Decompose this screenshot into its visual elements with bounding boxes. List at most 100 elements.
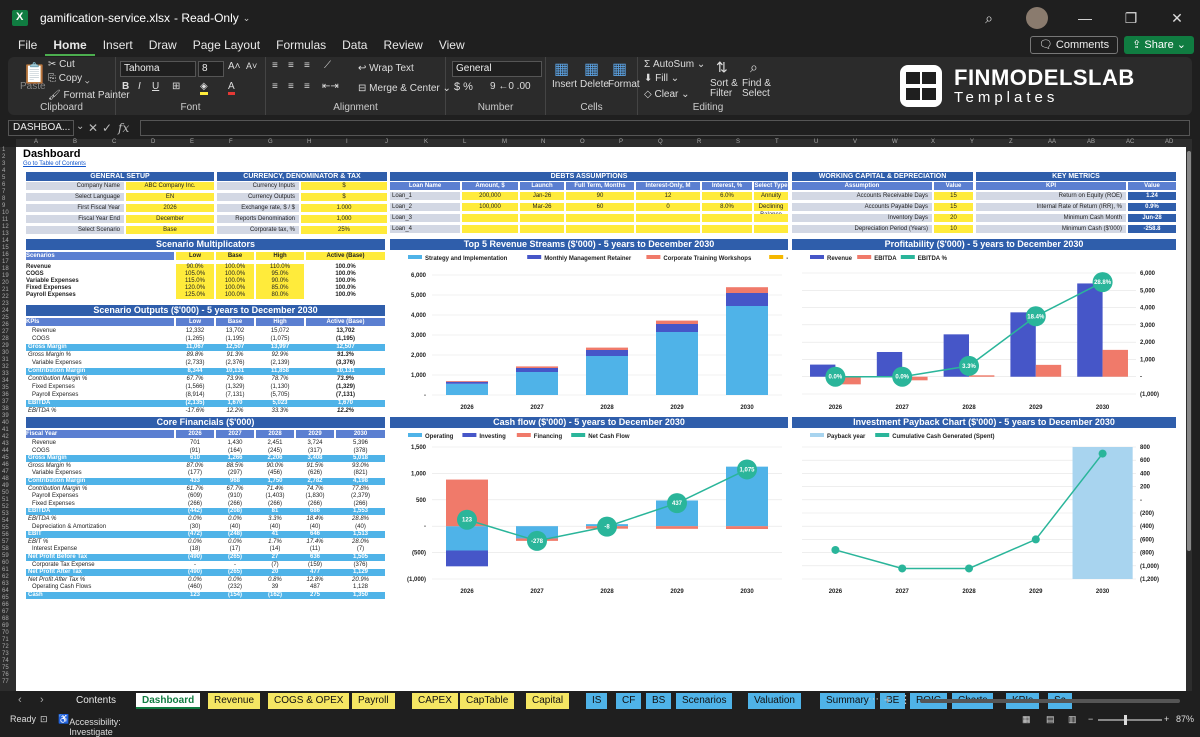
row-header[interactable]: 60: [2, 560, 9, 566]
row-header[interactable]: 52: [2, 504, 9, 510]
row-header[interactable]: 21: [2, 287, 9, 293]
sort-filter-button[interactable]: Sort & Filter: [710, 79, 740, 99]
row-header[interactable]: 17: [2, 259, 9, 265]
column-header[interactable]: J: [385, 139, 388, 145]
menu-item-file[interactable]: File: [10, 36, 45, 56]
insert-button[interactable]: Insert: [552, 79, 577, 90]
tab-cogs-opex[interactable]: COGS & OPEX: [268, 693, 350, 709]
row-header[interactable]: 30: [2, 350, 9, 356]
column-header[interactable]: P: [619, 139, 623, 145]
font-color-icon[interactable]: A: [228, 81, 235, 95]
menu-item-draw[interactable]: Draw: [141, 36, 185, 56]
dashboard-sheet[interactable]: Dashboard Go to Table of Contents GENERA…: [16, 147, 1186, 691]
comma-icon[interactable]: 9 ←0 .00: [490, 81, 531, 92]
find-select-icon[interactable]: ⌕: [750, 59, 758, 76]
tab-summary[interactable]: Summary: [820, 693, 875, 709]
menu-item-page-layout[interactable]: Page Layout: [185, 36, 268, 56]
merge-center-button[interactable]: ⊟ Merge & Center ⌄: [358, 83, 451, 94]
align-center-icon[interactable]: ≡: [288, 81, 294, 92]
share-button[interactable]: ⇪ Share ⌄: [1124, 36, 1194, 54]
column-header[interactable]: X: [931, 139, 935, 145]
insert-cells-icon[interactable]: ▦: [554, 59, 569, 79]
restore-icon[interactable]: ❐: [1108, 0, 1154, 36]
row-header[interactable]: 76: [2, 672, 9, 678]
row-header[interactable]: 69: [2, 623, 9, 629]
accessibility-status[interactable]: ♿ Accessibility: Investigate: [58, 714, 121, 737]
row-header[interactable]: 47: [2, 469, 9, 475]
row-header[interactable]: 66: [2, 602, 9, 608]
zoom-in-icon[interactable]: +: [1164, 714, 1169, 724]
add-sheet-icon[interactable]: +: [884, 692, 892, 707]
menu-item-insert[interactable]: Insert: [95, 36, 141, 56]
column-header[interactable]: S: [736, 139, 740, 145]
row-header[interactable]: 54: [2, 518, 9, 524]
vertical-scrollbar[interactable]: [1186, 147, 1192, 691]
zoom-slider[interactable]: [1098, 719, 1162, 721]
delete-button[interactable]: Delete: [580, 79, 609, 90]
row-header[interactable]: 32: [2, 364, 9, 370]
chevron-down-icon[interactable]: ⌄: [76, 121, 84, 132]
name-box[interactable]: DASHBOA...: [8, 120, 74, 136]
row-header[interactable]: 33: [2, 371, 9, 377]
tab-bs[interactable]: BS: [646, 693, 672, 709]
page-break-icon[interactable]: ▥: [1068, 714, 1077, 725]
column-header[interactable]: E: [190, 139, 194, 145]
row-header[interactable]: 3: [2, 161, 5, 167]
row-header[interactable]: 49: [2, 483, 9, 489]
comments-button[interactable]: 🗨 Comments: [1029, 36, 1119, 54]
tab-capital[interactable]: Capital: [526, 693, 570, 709]
column-header[interactable]: AC: [1126, 139, 1134, 145]
tab-is[interactable]: IS: [586, 693, 608, 709]
horizontal-scrollbar[interactable]: [920, 699, 1180, 703]
row-header[interactable]: 65: [2, 595, 9, 601]
zoom-slider-thumb[interactable]: [1124, 715, 1127, 725]
row-header[interactable]: 41: [2, 427, 9, 433]
borders-icon[interactable]: ⊞: [172, 81, 180, 92]
font-size-select[interactable]: 8: [198, 61, 224, 77]
row-header[interactable]: 37: [2, 399, 9, 405]
tab-revenue[interactable]: Revenue: [208, 693, 261, 709]
menu-item-home[interactable]: Home: [45, 36, 95, 56]
column-header[interactable]: H: [307, 139, 311, 145]
tab-payroll[interactable]: Payroll: [352, 693, 395, 709]
row-header[interactable]: 72: [2, 644, 9, 650]
column-header[interactable]: AD: [1165, 139, 1173, 145]
column-header[interactable]: T: [775, 139, 779, 145]
wrap-text-button[interactable]: ↩ Wrap Text: [358, 63, 414, 74]
row-header[interactable]: 9: [2, 203, 5, 209]
orientation-icon[interactable]: ⟋: [324, 60, 331, 71]
column-header[interactable]: K: [424, 139, 428, 145]
align-left-icon[interactable]: ≡: [272, 81, 278, 92]
menu-item-data[interactable]: Data: [334, 36, 375, 56]
row-header[interactable]: 12: [2, 224, 9, 230]
row-header[interactable]: 61: [2, 567, 9, 573]
fill-color-icon[interactable]: ◈: [200, 81, 208, 95]
format-button[interactable]: Format: [608, 79, 640, 90]
row-header[interactable]: 56: [2, 532, 9, 538]
tab-scroll-right-icon[interactable]: ›: [40, 694, 44, 706]
row-header[interactable]: 2: [2, 154, 5, 160]
delete-cells-icon[interactable]: ▦: [584, 59, 599, 79]
row-header[interactable]: 58: [2, 546, 9, 552]
column-header[interactable]: D: [151, 139, 155, 145]
row-header[interactable]: 29: [2, 343, 9, 349]
row-header[interactable]: 46: [2, 462, 9, 468]
row-header[interactable]: 26: [2, 322, 9, 328]
row-header[interactable]: 6: [2, 182, 5, 188]
insert-function-icon[interactable]: fx: [118, 121, 129, 135]
column-header[interactable]: R: [697, 139, 701, 145]
row-header[interactable]: 59: [2, 553, 9, 559]
column-header[interactable]: Z: [1009, 139, 1013, 145]
row-header[interactable]: 45: [2, 455, 9, 461]
row-header[interactable]: 4: [2, 168, 5, 174]
row-header[interactable]: 70: [2, 630, 9, 636]
column-header[interactable]: I: [346, 139, 348, 145]
row-header[interactable]: 34: [2, 378, 9, 384]
tab-scenarios[interactable]: Scenarios: [676, 693, 733, 709]
row-header[interactable]: 55: [2, 525, 9, 531]
row-header[interactable]: 38: [2, 406, 9, 412]
avatar[interactable]: [1026, 7, 1048, 29]
currency-icon[interactable]: $ %: [454, 81, 473, 93]
tab-captable[interactable]: CapTable: [460, 693, 515, 709]
row-header[interactable]: 39: [2, 413, 9, 419]
